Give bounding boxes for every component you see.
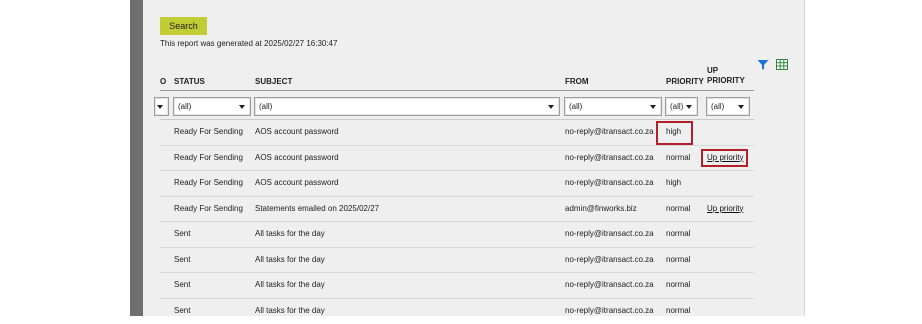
chevron-down-icon — [738, 105, 744, 109]
from-cell: no-reply@itransact.co.za — [565, 127, 654, 137]
chevron-down-icon — [548, 105, 554, 109]
subject-cell: All tasks for the day — [255, 229, 325, 239]
column-header-clipped[interactable]: O — [160, 77, 166, 87]
highlight-box-up-priority — [701, 149, 748, 167]
column-header-up-priority[interactable]: UP PRIORITY — [707, 66, 745, 86]
table-row: Ready For Sending AOS account password n… — [160, 171, 754, 197]
filter-icon[interactable] — [757, 59, 769, 71]
priority-cell: normal — [666, 153, 690, 163]
subject-cell: Statements emailed on 2025/02/27 — [255, 204, 379, 214]
from-cell: admin@finworks.biz — [565, 204, 637, 214]
left-rail — [130, 0, 143, 316]
column-header-subject[interactable]: SUBJECT — [255, 77, 292, 87]
priority-cell: normal — [666, 204, 690, 214]
spreadsheet-icon[interactable] — [776, 59, 788, 70]
table-row: Sent All tasks for the day no-reply@itra… — [160, 248, 754, 274]
status-cell: Sent — [174, 229, 190, 239]
from-cell: no-reply@itransact.co.za — [565, 229, 654, 239]
column-header-up-priority-line2: PRIORITY — [707, 76, 745, 86]
header-divider — [160, 90, 754, 91]
table-row: Ready For Sending AOS account password n… — [160, 146, 754, 172]
status-cell: Sent — [174, 255, 190, 265]
subject-cell: AOS account password — [255, 153, 339, 163]
table-row: Sent All tasks for the day no-reply@itra… — [160, 222, 754, 248]
filter-select-priority[interactable]: (all) — [665, 97, 698, 116]
from-cell: no-reply@itransact.co.za — [565, 178, 654, 188]
subject-cell: AOS account password — [255, 178, 339, 188]
subject-cell: AOS account password — [255, 127, 339, 137]
priority-cell: high — [666, 178, 681, 188]
filter-select-priority-value: (all) — [670, 102, 683, 111]
up-priority-link[interactable]: Up priority — [707, 204, 743, 214]
highlight-box-priority-high — [656, 121, 693, 145]
from-cell: no-reply@itransact.co.za — [565, 153, 654, 163]
chevron-down-icon — [650, 105, 656, 109]
search-button[interactable]: Search — [160, 17, 207, 35]
report-generated-note: This report was generated at 2025/02/27 … — [160, 39, 337, 48]
column-header-from[interactable]: FROM — [565, 77, 589, 87]
subject-cell: All tasks for the day — [255, 280, 325, 290]
table-row: Sent All tasks for the day no-reply@itra… — [160, 273, 754, 299]
chevron-down-icon — [239, 105, 245, 109]
filter-select-status[interactable]: (all) — [173, 97, 251, 116]
column-header-status[interactable]: STATUS — [174, 77, 205, 87]
priority-cell: normal — [666, 280, 690, 290]
table-row: Sent All tasks for the day no-reply@itra… — [160, 299, 754, 324]
filter-select-from-value: (all) — [569, 102, 582, 111]
filter-select-up-priority[interactable]: (all) — [706, 97, 750, 116]
table-row: Ready For Sending Statements emailed on … — [160, 197, 754, 223]
status-cell: Ready For Sending — [174, 204, 243, 214]
priority-cell: normal — [666, 255, 690, 265]
status-cell: Sent — [174, 306, 190, 316]
filter-select-clipped[interactable] — [154, 97, 169, 116]
filter-select-status-value: (all) — [178, 102, 191, 111]
subject-cell: All tasks for the day — [255, 306, 325, 316]
from-cell: no-reply@itransact.co.za — [565, 280, 654, 290]
priority-cell: normal — [666, 229, 690, 239]
filter-select-subject[interactable]: (all) — [254, 97, 560, 116]
column-header-up-priority-line1: UP — [707, 66, 745, 76]
chevron-down-icon — [686, 105, 692, 109]
from-cell: no-reply@itransact.co.za — [565, 255, 654, 265]
subject-cell: All tasks for the day — [255, 255, 325, 265]
from-cell: no-reply@itransact.co.za — [565, 306, 654, 316]
filter-select-from[interactable]: (all) — [564, 97, 662, 116]
filter-select-subject-value: (all) — [259, 102, 272, 111]
chevron-down-icon — [157, 105, 163, 109]
status-cell: Ready For Sending — [174, 178, 243, 188]
status-cell: Sent — [174, 280, 190, 290]
priority-cell: normal — [666, 306, 690, 316]
status-cell: Ready For Sending — [174, 153, 243, 163]
column-header-priority[interactable]: PRIORITY — [666, 77, 704, 87]
filter-select-up-priority-value: (all) — [711, 102, 724, 111]
status-cell: Ready For Sending — [174, 127, 243, 137]
